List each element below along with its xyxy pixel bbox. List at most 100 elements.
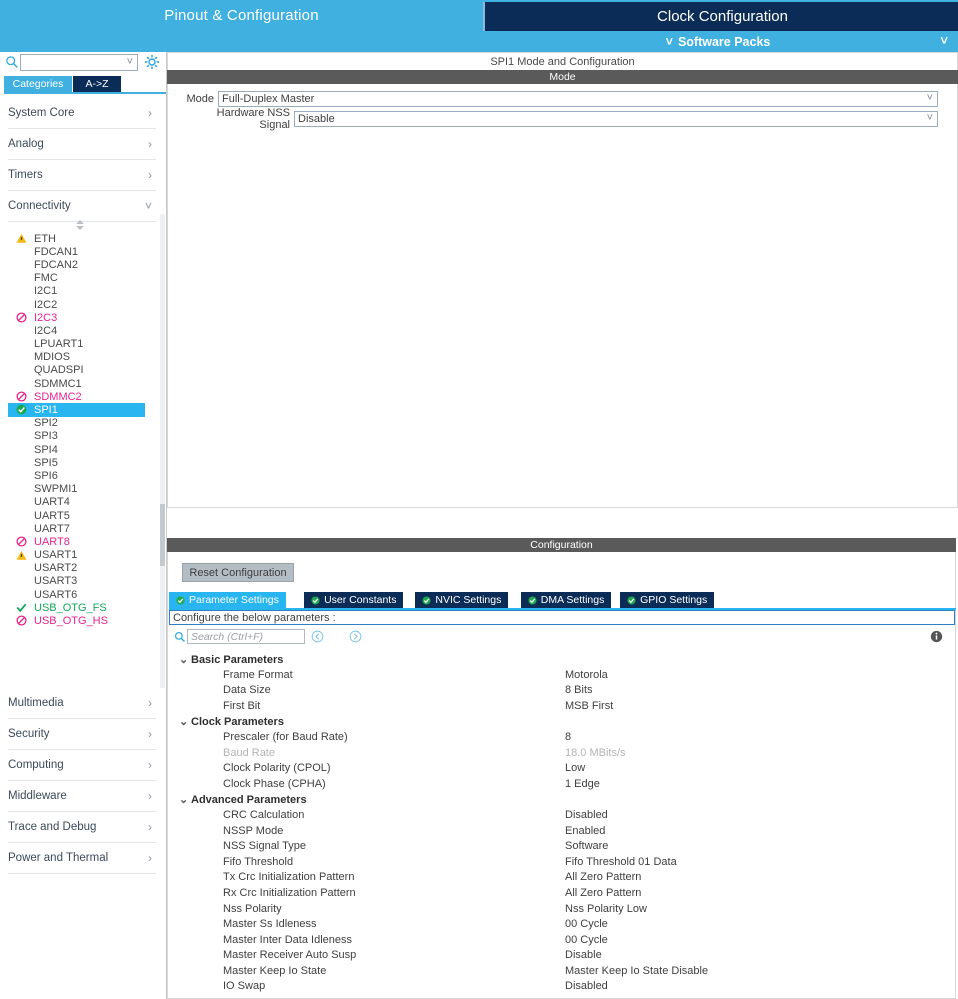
sidebar-search-input[interactable]: ˅: [20, 54, 138, 71]
peripheral-item-i2c1[interactable]: I2C1: [8, 285, 156, 298]
sidebar-scrollbar-thumb[interactable]: [160, 504, 165, 566]
parameter-row[interactable]: NSSP Mode Enabled: [169, 824, 955, 840]
peripheral-item-sdmmc2[interactable]: SDMMC2: [8, 390, 156, 403]
peripheral-item-swpmi1[interactable]: SWPMI1: [8, 483, 156, 496]
peripheral-item-uart5[interactable]: UART5: [8, 509, 156, 522]
mode-dropdown[interactable]: Full-Duplex Master ˅: [218, 90, 938, 107]
parameter-row[interactable]: Fifo Threshold Fifo Threshold 01 Data: [169, 855, 955, 871]
parameter-row[interactable]: Master Keep Io State Master Keep Io State…: [169, 964, 955, 980]
parameter-value[interactable]: Disable: [565, 949, 602, 961]
parameter-value[interactable]: 1 Edge: [565, 778, 600, 790]
sidebar-category-security[interactable]: Security ›: [8, 719, 156, 750]
reset-configuration-button[interactable]: Reset Configuration: [182, 563, 294, 582]
parameter-group-clock-parameters[interactable]: ⌄ Clock Parameters: [169, 714, 955, 730]
parameter-row[interactable]: Clock Phase (CPHA) 1 Edge: [169, 777, 955, 793]
parameter-group-advanced-parameters[interactable]: ⌄ Advanced Parameters: [169, 792, 955, 808]
parameter-value[interactable]: Software: [565, 840, 608, 852]
parameter-value[interactable]: Fifo Threshold 01 Data: [565, 856, 677, 868]
tab-pinout-configuration[interactable]: Pinout & Configuration: [0, 0, 483, 31]
peripheral-item-i2c3[interactable]: I2C3: [8, 311, 156, 324]
peripheral-item-usart2[interactable]: USART2: [8, 562, 156, 575]
parameter-value[interactable]: 8 Bits: [565, 684, 593, 696]
parameter-value[interactable]: 18.0 MBits/s: [565, 747, 626, 759]
parameter-value[interactable]: Enabled: [565, 825, 605, 837]
sidebar-category-power-and-thermal[interactable]: Power and Thermal ›: [8, 843, 156, 874]
peripheral-item-sdmmc1[interactable]: SDMMC1: [8, 377, 156, 390]
peripheral-item-uart4[interactable]: UART4: [8, 496, 156, 509]
peripheral-item-spi4[interactable]: SPI4: [8, 443, 156, 456]
peripheral-item-eth[interactable]: ETH: [8, 232, 156, 245]
chevron-down-icon[interactable]: ˅: [127, 56, 133, 68]
sidebar-category-timers[interactable]: Timers ›: [8, 160, 156, 191]
peripheral-item-spi6[interactable]: SPI6: [8, 469, 156, 482]
peripheral-item-fmc[interactable]: FMC: [8, 272, 156, 285]
sidebar-category-system-core[interactable]: System Core ›: [8, 98, 156, 129]
peripheral-item-spi5[interactable]: SPI5: [8, 456, 156, 469]
sort-spinner-icon[interactable]: [74, 220, 86, 230]
circle-right-arrow-icon[interactable]: [349, 630, 362, 643]
parameter-value[interactable]: Disabled: [565, 980, 608, 992]
parameter-row[interactable]: CRC Calculation Disabled: [169, 808, 955, 824]
parameter-row[interactable]: Tx Crc Initialization Pattern All Zero Pa…: [169, 870, 955, 886]
parameter-row[interactable]: Clock Polarity (CPOL) Low: [169, 761, 955, 777]
peripheral-item-lpuart1[interactable]: LPUART1: [8, 338, 156, 351]
parameter-row[interactable]: First Bit MSB First: [169, 699, 955, 715]
tab-dma-settings[interactable]: DMA Settings: [520, 592, 613, 608]
gear-icon[interactable]: [144, 54, 160, 70]
parameter-group-basic-parameters[interactable]: ⌄ Basic Parameters: [169, 652, 955, 668]
peripheral-item-usart3[interactable]: USART3: [8, 575, 156, 588]
parameter-row[interactable]: Prescaler (for Baud Rate) 8: [169, 730, 955, 746]
hardware-nss-dropdown[interactable]: Disable ˅: [294, 110, 938, 127]
parameter-search-input[interactable]: Search (Ctrl+F): [187, 629, 305, 644]
tab-user-constants[interactable]: User Constants: [304, 592, 405, 608]
parameter-row[interactable]: Nss Polarity Nss Polarity Low: [169, 902, 955, 918]
peripheral-item-i2c2[interactable]: I2C2: [8, 298, 156, 311]
circle-left-arrow-icon[interactable]: [311, 630, 324, 643]
peripheral-item-usb_otg_fs[interactable]: USB_OTG_FS: [8, 601, 156, 614]
tab-gpio-settings[interactable]: GPIO Settings: [620, 592, 716, 608]
parameter-row[interactable]: Data Size 8 Bits: [169, 683, 955, 699]
peripheral-item-uart7[interactable]: UART7: [8, 522, 156, 535]
peripheral-item-usb_otg_hs[interactable]: USB_OTG_HS: [8, 614, 156, 627]
tab-parameter-settings[interactable]: Parameter Settings: [169, 592, 287, 608]
tab-categories[interactable]: Categories: [4, 76, 72, 92]
parameter-value[interactable]: Low: [565, 762, 585, 774]
peripheral-item-spi2[interactable]: SPI2: [8, 417, 156, 430]
sidebar-category-computing[interactable]: Computing ›: [8, 750, 156, 781]
tab-nvic-settings[interactable]: NVIC Settings: [415, 592, 510, 608]
peripheral-item-usart1[interactable]: USART1: [8, 549, 156, 562]
parameter-value[interactable]: Motorola: [565, 669, 608, 681]
peripheral-item-uart8[interactable]: UART8: [8, 535, 156, 548]
info-icon[interactable]: [930, 630, 943, 643]
peripheral-item-i2c4[interactable]: I2C4: [8, 324, 156, 337]
parameter-row[interactable]: Frame Format Motorola: [169, 668, 955, 684]
parameter-value[interactable]: 00 Cycle: [565, 934, 608, 946]
peripheral-item-mdios[interactable]: MDIOS: [8, 351, 156, 364]
peripheral-item-spi3[interactable]: SPI3: [8, 430, 156, 443]
parameter-row[interactable]: Master Receiver Auto Susp Disable: [169, 948, 955, 964]
peripheral-item-spi1[interactable]: SPI1: [8, 403, 145, 417]
parameter-row[interactable]: NSS Signal Type Software: [169, 839, 955, 855]
sidebar-category-middleware[interactable]: Middleware ›: [8, 781, 156, 812]
parameter-value[interactable]: 00 Cycle: [565, 918, 608, 930]
parameter-row[interactable]: Master Ss Idleness 00 Cycle: [169, 917, 955, 933]
parameter-value[interactable]: All Zero Pattern: [565, 887, 641, 899]
peripheral-item-fdcan2[interactable]: FDCAN2: [8, 258, 156, 271]
chevron-down-icon-right[interactable]: ˅: [940, 33, 948, 48]
parameter-value[interactable]: 8: [565, 731, 571, 743]
sidebar-category-analog[interactable]: Analog ›: [8, 129, 156, 160]
parameter-row[interactable]: Master Inter Data Idleness 00 Cycle: [169, 933, 955, 949]
tab-clock-configuration[interactable]: Clock Configuration: [483, 2, 958, 31]
parameter-value[interactable]: All Zero Pattern: [565, 871, 641, 883]
parameter-row[interactable]: IO Swap Disabled: [169, 979, 955, 995]
software-packs-button[interactable]: ˅ Software Packs: [478, 31, 958, 52]
peripheral-item-fdcan1[interactable]: FDCAN1: [8, 245, 156, 258]
parameter-row[interactable]: Rx Crc Initialization Pattern All Zero Pa…: [169, 886, 955, 902]
sidebar-scrollbar-track[interactable]: [160, 214, 165, 688]
parameter-value[interactable]: Disabled: [565, 809, 608, 821]
parameter-value[interactable]: Nss Polarity Low: [565, 903, 647, 915]
sidebar-category-trace-and-debug[interactable]: Trace and Debug ›: [8, 812, 156, 843]
tab-a-to-z[interactable]: A->Z: [73, 76, 121, 92]
parameter-value[interactable]: Master Keep Io State Disable: [565, 965, 708, 977]
parameter-value[interactable]: MSB First: [565, 700, 613, 712]
